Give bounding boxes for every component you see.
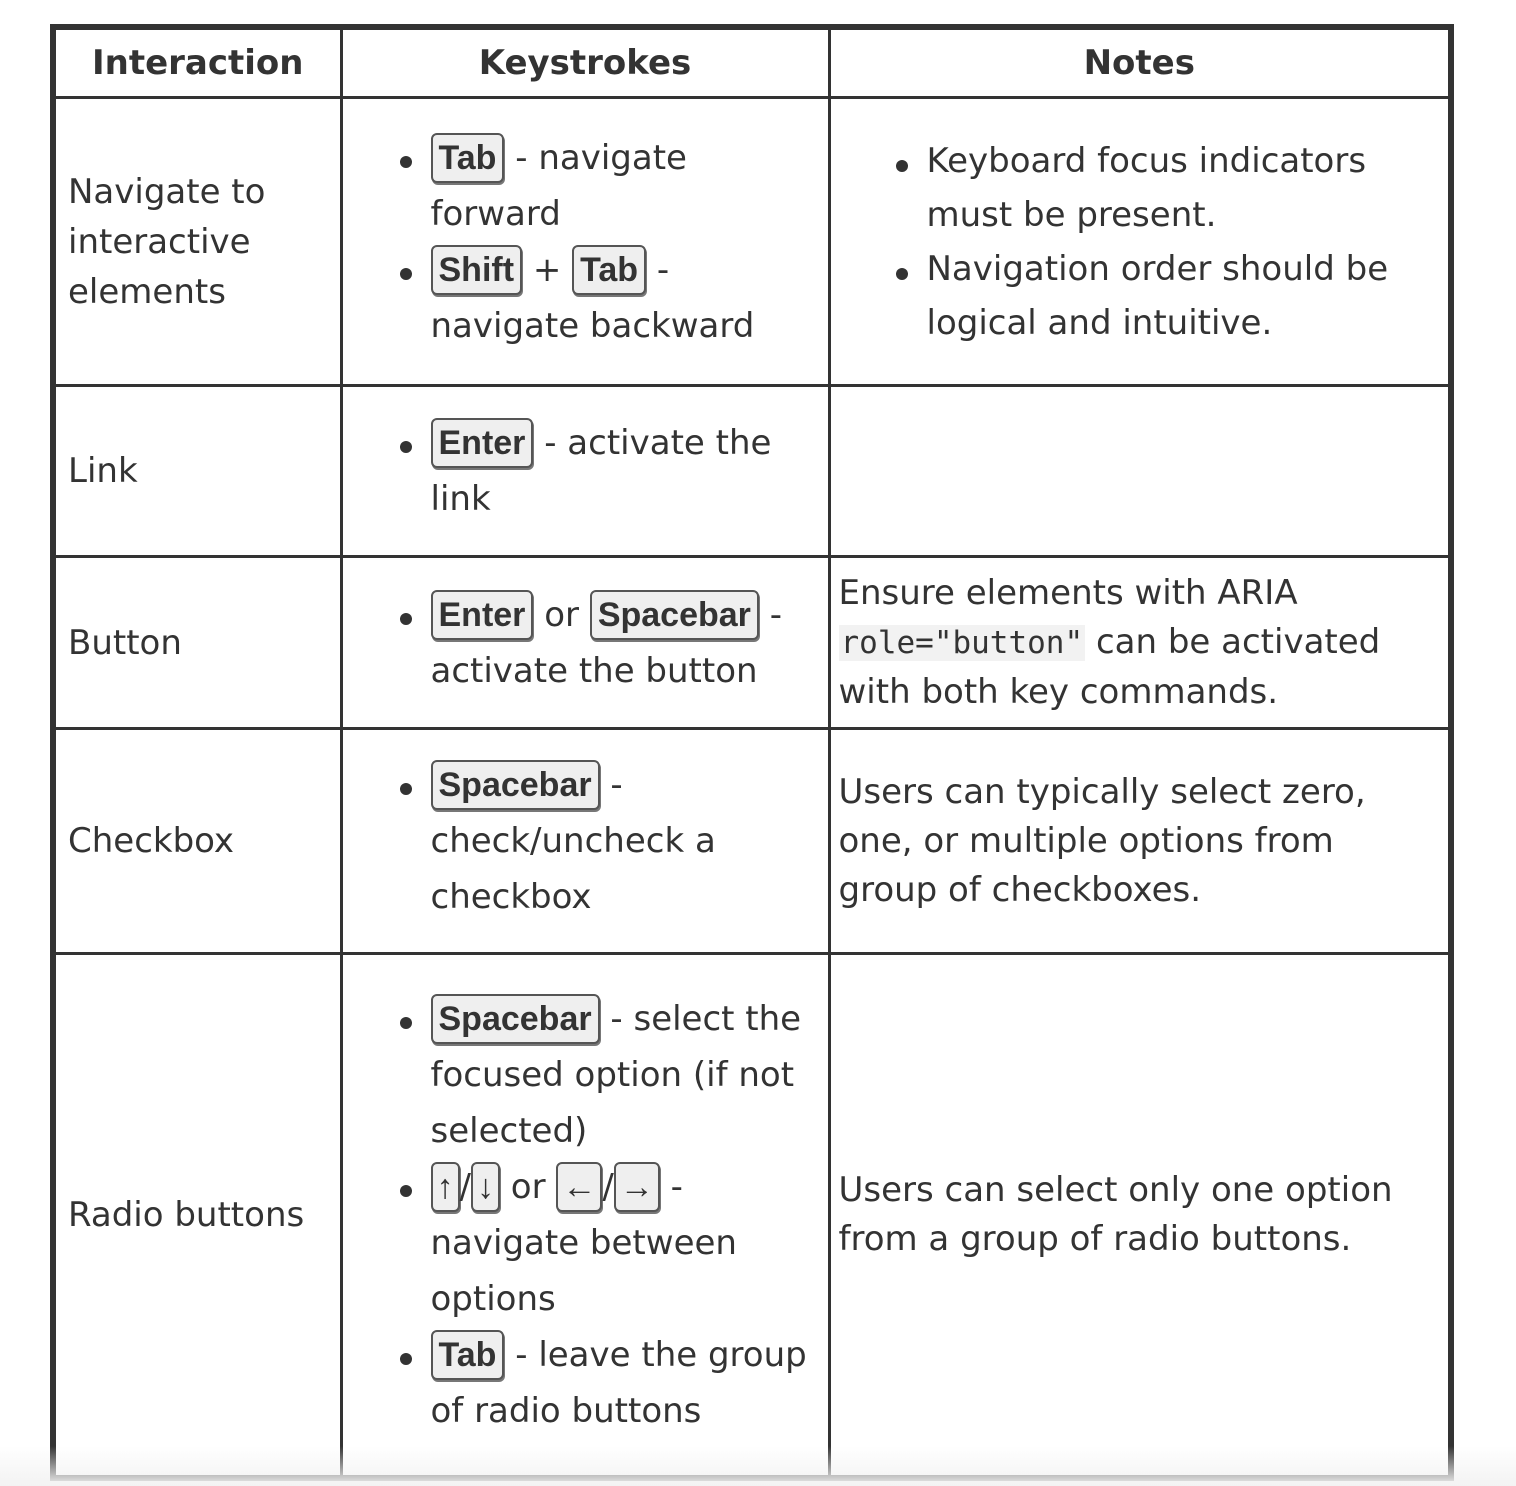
header-row: Interaction Keystrokes Notes bbox=[51, 25, 1453, 99]
keyboard-interactions-table: Interaction Keystrokes Notes Navigate to… bbox=[50, 24, 1454, 1481]
keystroke-item: Enter or Spacebar - activate the button bbox=[399, 587, 820, 699]
keystrokes-cell: Enter - activate the link bbox=[339, 384, 831, 558]
notes-cell: Users can typically select zero, one, or… bbox=[827, 727, 1453, 955]
key-joiner: or bbox=[499, 1167, 557, 1207]
key-shift: Shift bbox=[430, 244, 523, 295]
table-row: Navigate to interactive elements Tab - n… bbox=[51, 96, 1453, 387]
keystrokes-cell: Spacebar - check/uncheck a checkbox bbox=[339, 727, 831, 955]
notes-cell: Users can select only one option from a … bbox=[827, 952, 1453, 1480]
key-arrow-right-icon: → bbox=[613, 1162, 660, 1212]
table-row: Checkbox Spacebar - check/uncheck a chec… bbox=[51, 727, 1453, 955]
keystrokes-list: Spacebar - check/uncheck a checkbox bbox=[343, 757, 820, 925]
interaction-cell: Navigate to interactive elements bbox=[51, 96, 343, 387]
keystrokes-list: Tab - navigate forward Shift + Tab - navi… bbox=[343, 130, 820, 354]
keystrokes-cell: Spacebar - select the focused option (if… bbox=[339, 952, 831, 1480]
keystroke-item: Enter - activate the link bbox=[399, 415, 820, 527]
interaction-cell: Checkbox bbox=[51, 727, 343, 955]
key-joiner: / bbox=[459, 1167, 471, 1207]
interaction-cell: Radio buttons bbox=[51, 952, 343, 1480]
notes-list: Keyboard focus indicators must be presen… bbox=[839, 134, 1439, 350]
keystroke-item: Tab - leave the group of radio buttons bbox=[399, 1327, 820, 1439]
header-notes: Notes bbox=[827, 25, 1453, 99]
table-row: Radio buttons Spacebar - select the focu… bbox=[51, 952, 1453, 1480]
keystrokes-list: Spacebar - select the focused option (if… bbox=[343, 991, 820, 1439]
notes-text: Users can select only one option from a … bbox=[838, 1170, 1393, 1259]
keystrokes-cell: Tab - navigate forward Shift + Tab - navi… bbox=[339, 96, 831, 387]
table-row: Button Enter or Spacebar - activate the … bbox=[51, 555, 1453, 730]
key-joiner: + bbox=[522, 249, 573, 290]
key-tab: Tab bbox=[430, 132, 505, 183]
key-spacebar: Spacebar bbox=[430, 994, 600, 1044]
key-spacebar: Spacebar bbox=[589, 589, 759, 640]
keystrokes-list: Enter - activate the link bbox=[343, 415, 820, 527]
header-keystrokes: Keystrokes bbox=[339, 25, 831, 99]
key-arrow-up-icon: ↑ bbox=[430, 1162, 460, 1212]
notes-list-item: Keyboard focus indicators must be presen… bbox=[895, 134, 1439, 242]
key-spacebar: Spacebar bbox=[430, 760, 600, 810]
key-enter: Enter bbox=[430, 589, 534, 640]
key-enter: Enter bbox=[430, 418, 534, 468]
notes-text: Users can typically select zero, one, or… bbox=[838, 771, 1366, 910]
keystrokes-cell: Enter or Spacebar - activate the button bbox=[339, 555, 831, 730]
interaction-cell: Button bbox=[51, 555, 343, 730]
interaction-cell: Link bbox=[51, 384, 343, 558]
notes-cell bbox=[827, 384, 1453, 558]
header-interaction: Interaction bbox=[51, 25, 343, 99]
keystroke-item: Spacebar - check/uncheck a checkbox bbox=[399, 757, 820, 925]
table-row: Link Enter - activate the link bbox=[51, 384, 1453, 558]
notes-cell: Keyboard focus indicators must be presen… bbox=[827, 96, 1453, 387]
key-arrow-left-icon: ← bbox=[556, 1162, 603, 1212]
key-tab: Tab bbox=[572, 244, 647, 295]
key-joiner: / bbox=[602, 1167, 614, 1207]
keystroke-item: Shift + Tab - navigate backward bbox=[399, 242, 820, 354]
keystroke-item: ↑ / ↓ or ← / → - navigate between options bbox=[399, 1159, 820, 1327]
keystroke-item: Spacebar - select the focused option (if… bbox=[399, 991, 820, 1159]
keystroke-item: Tab - navigate forward bbox=[399, 130, 820, 242]
keystrokes-list: Enter or Spacebar - activate the button bbox=[343, 587, 820, 699]
notes-cell: Ensure elements with ARIA role="button" … bbox=[827, 555, 1453, 730]
aria-role-code: role="button" bbox=[838, 624, 1086, 661]
key-arrow-down-icon: ↓ bbox=[470, 1162, 500, 1212]
notes-text: Ensure elements with ARIA bbox=[838, 572, 1298, 613]
key-joiner: or bbox=[533, 594, 590, 635]
key-tab: Tab bbox=[430, 1330, 505, 1380]
notes-list-item: Navigation order should be logical and i… bbox=[895, 242, 1439, 350]
